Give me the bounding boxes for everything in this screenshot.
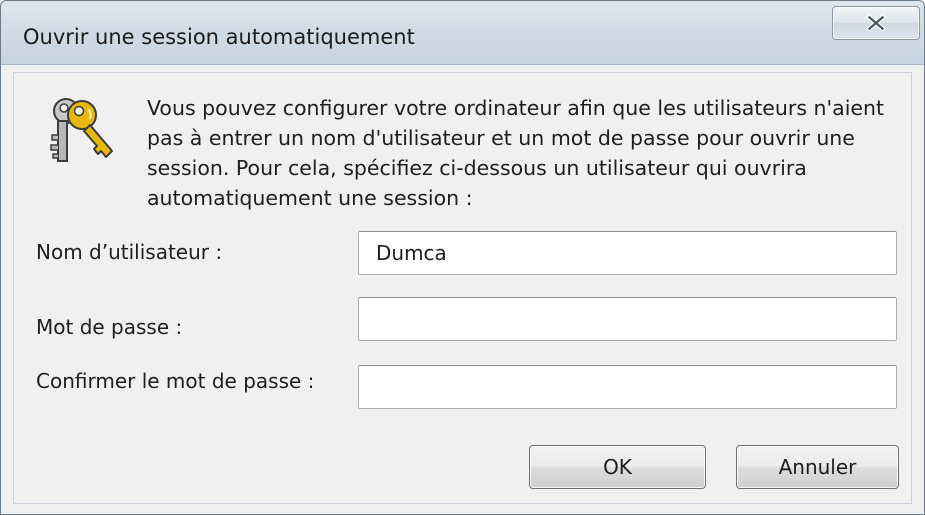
password-label: Mot de passe : bbox=[36, 315, 183, 339]
close-button[interactable] bbox=[832, 6, 920, 40]
password-input[interactable] bbox=[358, 297, 897, 341]
description-text: Vous pouvez configurer votre ordinateur … bbox=[147, 96, 885, 210]
dialog-window: Ouvrir une session automatiquement Vous … bbox=[0, 0, 925, 515]
window-title: Ouvrir une session automatiquement bbox=[23, 25, 415, 49]
close-icon bbox=[866, 14, 886, 32]
username-input[interactable] bbox=[358, 231, 897, 275]
title-bar[interactable]: Ouvrir une session automatiquement bbox=[1, 1, 924, 65]
username-label: Nom d’utilisateur : bbox=[36, 240, 223, 264]
ok-button[interactable]: OK bbox=[529, 445, 706, 489]
dialog-body: Vous pouvez configurer votre ordinateur … bbox=[13, 72, 912, 504]
confirm-password-label: Confirmer le mot de passe : bbox=[36, 369, 315, 393]
confirm-password-input[interactable] bbox=[358, 365, 897, 409]
cancel-button[interactable]: Annuler bbox=[736, 445, 899, 489]
keys-icon bbox=[50, 98, 113, 162]
